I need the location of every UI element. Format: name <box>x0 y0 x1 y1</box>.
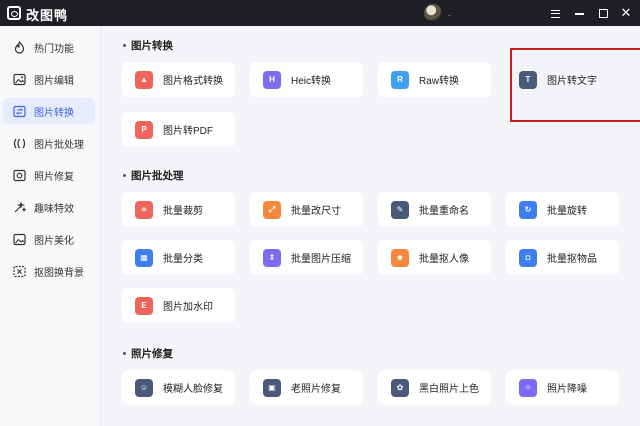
card-colorize[interactable]: ✿ 黑白照片上色 <box>378 370 491 405</box>
heic-icon: H <box>263 70 281 89</box>
sidebar-item-label: 图片编辑 <box>34 75 74 87</box>
card-watermark[interactable]: E 图片加水印 <box>122 288 235 323</box>
batch-object-icon: ◘ <box>519 248 537 267</box>
card-label: 老照片修复 <box>291 384 341 395</box>
section-title-convert: 图片转换 <box>123 38 173 53</box>
batch-rotate-icon: ↻ <box>519 200 537 219</box>
old-photo-icon: ▣ <box>263 378 281 397</box>
batch-rename-icon: ✎ <box>391 200 409 219</box>
effects-icon <box>12 200 26 214</box>
card-label: Heic转换 <box>291 76 332 87</box>
format-convert-icon: ▲ <box>135 70 153 89</box>
batch-icon <box>12 136 26 150</box>
card-batch-rotate[interactable]: ↻ 批量旋转 <box>506 192 619 227</box>
beautify-icon <box>12 232 26 246</box>
hamburger-icon <box>550 9 560 18</box>
sidebar-item-label: 图片批处理 <box>34 139 84 151</box>
sidebar-item-repair[interactable]: 照片修复 <box>3 162 95 188</box>
batch-compress-icon: ⇕ <box>263 248 281 267</box>
card-raw-convert[interactable]: R Raw转换 <box>378 62 491 97</box>
sidebar-item-hot[interactable]: 热门功能 <box>3 34 95 60</box>
maximize-icon <box>598 9 608 19</box>
cutout-icon <box>12 264 26 278</box>
card-label: 批量改尺寸 <box>291 206 341 217</box>
card-face-repair[interactable]: ☺ 模糊人脸修复 <box>122 370 235 405</box>
card-label: 批量分类 <box>163 254 203 265</box>
user-account[interactable]: . <box>424 3 464 23</box>
highlight-box <box>510 48 640 122</box>
close-icon: ✕ <box>620 5 632 20</box>
card-heic-convert[interactable]: H Heic转换 <box>250 62 363 97</box>
batch-resize-icon: ⤢ <box>263 200 281 219</box>
watermark-icon: E <box>135 296 153 315</box>
main-content: 图片转换 ▲ 图片格式转换 H Heic转换 R Raw转换 T 图片转文字 P… <box>101 26 640 426</box>
section-title-repair: 照片修复 <box>123 346 173 361</box>
sidebar-item-label: 趣味特效 <box>34 203 74 215</box>
sidebar-item-convert[interactable]: 图片转换 <box>3 98 95 124</box>
card-label: 批量抠人像 <box>419 254 469 265</box>
sidebar-item-label: 照片修复 <box>34 171 74 183</box>
image-edit-icon <box>12 72 26 86</box>
card-label: 图片加水印 <box>163 302 213 313</box>
batch-crop-icon: ⌗ <box>135 200 153 219</box>
card-batch-compress[interactable]: ⇕ 批量图片压缩 <box>250 240 363 275</box>
app-logo-icon <box>7 6 21 20</box>
card-image-to-pdf[interactable]: P 图片转PDF <box>122 112 235 147</box>
minimize-icon <box>574 13 584 15</box>
avatar[interactable] <box>424 4 442 22</box>
hot-icon <box>12 40 26 54</box>
user-name[interactable]: . <box>448 8 451 18</box>
sidebar-item-batch[interactable]: 图片批处理 <box>3 130 95 156</box>
card-label: Raw转换 <box>419 76 460 87</box>
sidebar-item-label: 热门功能 <box>34 43 74 55</box>
title-bar: 改图鸭 . ✕ <box>0 0 640 26</box>
card-label: 模糊人脸修复 <box>163 384 223 395</box>
card-label: 照片降噪 <box>547 384 587 395</box>
card-batch-crop[interactable]: ⌗ 批量裁剪 <box>122 192 235 227</box>
section-title-batch: 图片批处理 <box>123 168 184 183</box>
convert-icon <box>12 104 26 118</box>
image-to-pdf-icon: P <box>135 120 153 139</box>
sidebar-item-label: 图片转换 <box>34 107 74 119</box>
minimize-button[interactable] <box>570 4 588 22</box>
close-button[interactable]: ✕ <box>617 4 635 22</box>
batch-portrait-icon: ☻ <box>391 248 409 267</box>
card-label: 批量图片压缩 <box>291 254 351 265</box>
card-label: 批量重命名 <box>419 206 469 217</box>
card-batch-resize[interactable]: ⤢ 批量改尺寸 <box>250 192 363 227</box>
menu-button[interactable] <box>546 4 564 22</box>
sidebar-item-image-edit[interactable]: 图片编辑 <box>3 66 95 92</box>
sidebar-item-beautify[interactable]: 图片美化 <box>3 226 95 252</box>
sidebar: 热门功能 图片编辑 图片转换 图片批处理 照片修复 趣味特效 图片美化 抠图换背… <box>0 26 101 426</box>
raw-icon: R <box>391 70 409 89</box>
card-batch-rename[interactable]: ✎ 批量重命名 <box>378 192 491 227</box>
repair-icon <box>12 168 26 182</box>
sidebar-item-cutout[interactable]: 抠图换背景 <box>3 258 95 284</box>
card-label: 批量抠物品 <box>547 254 597 265</box>
card-label: 黑白照片上色 <box>419 384 479 395</box>
denoise-icon: ✧ <box>519 378 537 397</box>
card-format-convert[interactable]: ▲ 图片格式转换 <box>122 62 235 97</box>
card-old-photo[interactable]: ▣ 老照片修复 <box>250 370 363 405</box>
card-label: 批量旋转 <box>547 206 587 217</box>
card-label: 图片格式转换 <box>163 76 223 87</box>
card-batch-portrait[interactable]: ☻ 批量抠人像 <box>378 240 491 275</box>
colorize-icon: ✿ <box>391 378 409 397</box>
batch-classify-icon: ▦ <box>135 248 153 267</box>
maximize-button[interactable] <box>594 4 612 22</box>
sidebar-item-label: 抠图换背景 <box>34 267 84 279</box>
sidebar-item-effects[interactable]: 趣味特效 <box>3 194 95 220</box>
card-batch-classify[interactable]: ▦ 批量分类 <box>122 240 235 275</box>
app-title: 改图鸭 <box>26 8 69 23</box>
card-label: 批量裁剪 <box>163 206 203 217</box>
card-batch-object[interactable]: ◘ 批量抠物品 <box>506 240 619 275</box>
card-label: 图片转PDF <box>163 126 213 137</box>
card-denoise[interactable]: ✧ 照片降噪 <box>506 370 619 405</box>
sidebar-item-label: 图片美化 <box>34 235 74 247</box>
face-repair-icon: ☺ <box>135 378 153 397</box>
